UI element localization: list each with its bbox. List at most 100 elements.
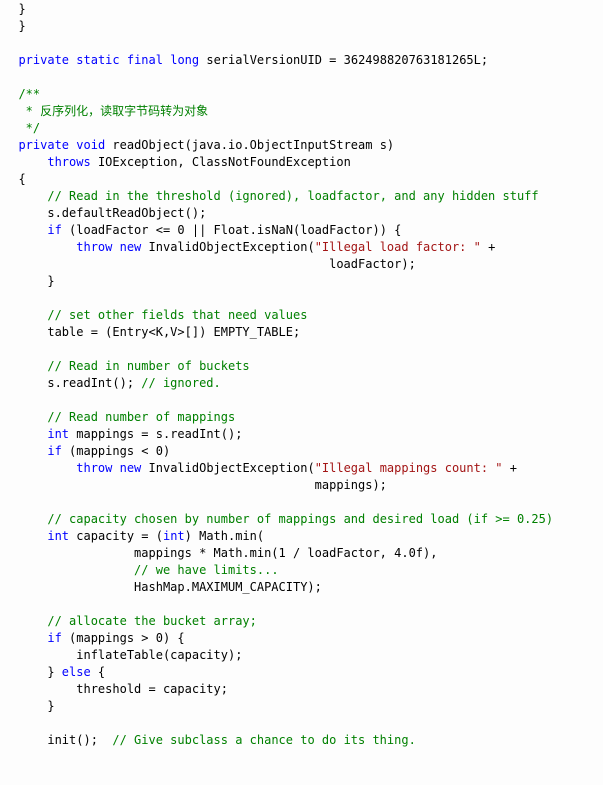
code-line: if (mappings < 0) <box>4 443 603 460</box>
code-line: threshold = capacity; <box>4 681 603 698</box>
code-line: * 反序列化，读取字节码转为对象 <box>4 103 603 120</box>
code-block: } } private static final long serialVers… <box>0 0 603 749</box>
code-token: InvalidObjectException( <box>141 461 314 475</box>
code-line: // Read number of mappings <box>4 409 603 426</box>
code-line <box>4 596 603 613</box>
code-token: // Give subclass a chance to do its thin… <box>112 733 415 747</box>
code-line: // allocate the bucket array; <box>4 613 603 630</box>
code-line: int mappings = s.readInt(); <box>4 426 603 443</box>
code-line: s.defaultReadObject(); <box>4 205 603 222</box>
code-token: if <box>47 631 61 645</box>
code-token: loadFactor); <box>4 257 416 271</box>
code-line: int capacity = (int) Math.min( <box>4 528 603 545</box>
code-token: InvalidObjectException( <box>141 240 314 254</box>
code-token: // Read in number of buckets <box>47 359 249 373</box>
code-token: int <box>47 529 69 543</box>
code-token: final <box>127 53 163 67</box>
code-token: serialVersionUID = 362498820763181265L; <box>199 53 488 67</box>
code-token: long <box>170 53 199 67</box>
code-token: (mappings < 0) <box>62 444 170 458</box>
code-line: throws IOException, ClassNotFoundExcepti… <box>4 154 603 171</box>
code-token: private <box>18 138 69 152</box>
code-token <box>4 189 47 203</box>
code-token: new <box>120 461 142 475</box>
code-line: throw new InvalidObjectException("Illega… <box>4 239 603 256</box>
code-token <box>4 240 76 254</box>
code-token: /** <box>18 87 40 101</box>
code-token: threshold = capacity; <box>4 682 228 696</box>
code-token: } <box>4 699 55 713</box>
code-token: } <box>4 665 62 679</box>
code-line: } <box>4 698 603 715</box>
code-line: if (loadFactor <= 0 || Float.isNaN(loadF… <box>4 222 603 239</box>
code-token: else <box>62 665 91 679</box>
code-token: (loadFactor <= 0 || Float.isNaN(loadFact… <box>62 223 402 237</box>
code-line: // Read in the threshold (ignored), load… <box>4 188 603 205</box>
code-token: + <box>503 461 517 475</box>
code-token: static <box>76 53 119 67</box>
code-token <box>112 461 119 475</box>
code-token: // Read in the threshold (ignored), load… <box>47 189 538 203</box>
code-token: "Illegal load factor: " <box>315 240 481 254</box>
code-token: if <box>47 223 61 237</box>
code-token <box>4 155 47 169</box>
code-line: table = (Entry<K,V>[]) EMPTY_TABLE; <box>4 324 603 341</box>
code-token <box>4 53 18 67</box>
code-token: } <box>4 2 26 16</box>
code-line: { <box>4 171 603 188</box>
code-token: throws <box>47 155 90 169</box>
code-token: IOException, ClassNotFoundException <box>91 155 351 169</box>
code-token: // allocate the bucket array; <box>47 614 257 628</box>
code-line <box>4 341 603 358</box>
code-token: // set other fields that need values <box>47 308 307 322</box>
code-token: new <box>120 240 142 254</box>
code-line <box>4 69 603 86</box>
code-line: } <box>4 1 603 18</box>
code-line: } <box>4 273 603 290</box>
code-line: } else { <box>4 664 603 681</box>
code-token <box>4 87 18 101</box>
code-line: mappings * Math.min(1 / loadFactor, 4.0f… <box>4 545 603 562</box>
code-line: loadFactor); <box>4 256 603 273</box>
code-token <box>4 614 47 628</box>
code-line: } <box>4 18 603 35</box>
code-token: throw <box>76 240 112 254</box>
code-token <box>4 529 47 543</box>
code-line: // we have limits... <box>4 562 603 579</box>
code-line: init(); // Give subclass a chance to do … <box>4 732 603 749</box>
code-token <box>4 444 47 458</box>
code-token <box>4 410 47 424</box>
code-line: /** <box>4 86 603 103</box>
code-token: mappings = s.readInt(); <box>69 427 242 441</box>
code-token: HashMap.MAXIMUM_CAPACITY); <box>4 580 322 594</box>
code-line: private static final long serialVersionU… <box>4 52 603 69</box>
code-line: mappings); <box>4 477 603 494</box>
code-token: // Read number of mappings <box>47 410 235 424</box>
code-token: "Illegal mappings count: " <box>315 461 503 475</box>
code-line: HashMap.MAXIMUM_CAPACITY); <box>4 579 603 596</box>
code-token <box>4 512 47 526</box>
code-line: inflateTable(capacity); <box>4 647 603 664</box>
code-token: } <box>4 274 55 288</box>
code-token <box>4 359 47 373</box>
code-token <box>4 563 134 577</box>
code-token: { <box>91 665 105 679</box>
code-token: // we have limits... <box>134 563 279 577</box>
code-token: readObject(java.io.ObjectInputStream s) <box>105 138 394 152</box>
code-token: // capacity chosen by number of mappings… <box>47 512 553 526</box>
code-token: mappings); <box>4 478 387 492</box>
code-token: void <box>76 138 105 152</box>
code-line: throw new InvalidObjectException("Illega… <box>4 460 603 477</box>
code-line: private void readObject(java.io.ObjectIn… <box>4 137 603 154</box>
code-token: if <box>47 444 61 458</box>
code-token <box>120 53 127 67</box>
code-token: s.defaultReadObject(); <box>4 206 206 220</box>
code-line <box>4 715 603 732</box>
code-line: s.readInt(); // ignored. <box>4 375 603 392</box>
code-line <box>4 290 603 307</box>
code-token: (mappings > 0) { <box>62 631 185 645</box>
code-line: // capacity chosen by number of mappings… <box>4 511 603 528</box>
code-token <box>4 138 18 152</box>
code-token: init(); <box>4 733 112 747</box>
code-token: { <box>4 172 26 186</box>
